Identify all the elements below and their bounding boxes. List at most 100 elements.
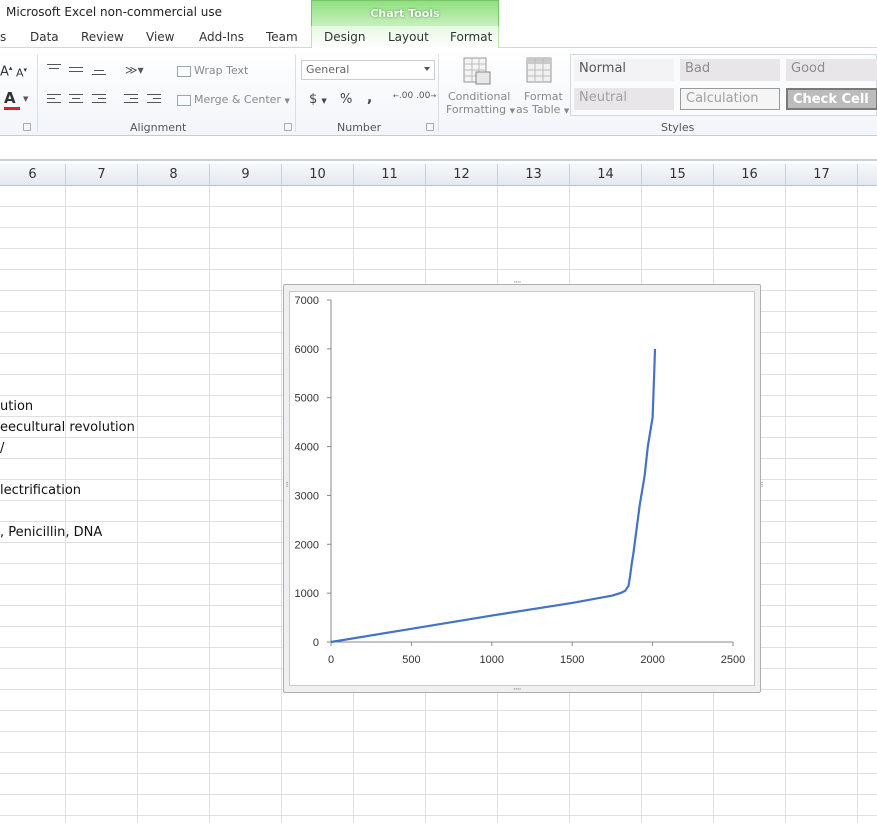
font-dialog-launcher-icon[interactable] (23, 123, 31, 131)
tab-design[interactable]: Design (324, 30, 365, 44)
column-header[interactable]: 17 (786, 164, 858, 186)
comma-button[interactable]: , (367, 90, 372, 106)
alignment-dialog-launcher-icon[interactable] (284, 123, 292, 131)
conditional-formatting-label-2: Formatting (446, 103, 507, 116)
group-label-number: Number (337, 121, 382, 134)
increase-indent-icon[interactable] (147, 94, 161, 104)
conditional-formatting-icon (463, 57, 491, 85)
align-center-icon[interactable] (69, 94, 83, 104)
tab-view[interactable]: View (146, 30, 174, 44)
chart-tools-label: Chart Tools (370, 7, 440, 20)
resize-handle-right[interactable]: ··· (756, 481, 766, 487)
resize-handle-top[interactable]: ···· (513, 278, 522, 288)
y-tick-label: 1000 (295, 588, 319, 600)
align-bottom-icon[interactable] (92, 70, 106, 80)
column-header[interactable]: 11 (354, 164, 426, 186)
decrease-decimal-label: .00 (416, 91, 431, 101)
y-tick-label: 4000 (295, 442, 319, 454)
column-header[interactable]: 8 (138, 164, 210, 186)
decrease-indent-icon[interactable] (124, 94, 138, 104)
chevron-down-icon: ▼ (563, 107, 570, 115)
tab-add-ins[interactable]: Add-Ins (199, 30, 244, 44)
format-as-table-label-2-wrap: as Table ▼ (516, 103, 569, 116)
grid-line (281, 186, 282, 823)
chart-object[interactable]: ···· ···· ··· ··· 0 500 1000 1500 2000 2500 0 1… (281, 278, 766, 695)
column-header[interactable]: 16 (714, 164, 786, 186)
cell-text[interactable]: eecultural revolution (0, 420, 135, 435)
grow-font-icon[interactable]: A▴ (0, 64, 12, 79)
wrap-text-button[interactable]: Wrap Text (177, 64, 248, 77)
style-bad[interactable]: Bad (680, 59, 780, 81)
column-header[interactable]: 14 (570, 164, 642, 186)
tab-data[interactable]: Data (30, 30, 59, 44)
percent-button[interactable]: % (340, 92, 352, 107)
grid-line (137, 186, 138, 823)
format-as-table-icon (526, 57, 552, 83)
font-color-dropdown-icon[interactable]: ▼ (23, 95, 28, 103)
format-as-table-label-2: as Table (516, 103, 561, 116)
y-tick-label: 3000 (295, 490, 319, 502)
column-header[interactable]: 15 (642, 164, 714, 186)
cell-text[interactable]: / (0, 441, 4, 456)
tab-team[interactable]: Team (266, 30, 298, 44)
decrease-decimal-button[interactable]: .00→ (416, 92, 436, 101)
number-format-select[interactable]: General (301, 60, 435, 80)
number-dialog-launcher-icon[interactable] (426, 123, 434, 131)
chart-tools-band: Chart Tools (311, 0, 499, 26)
merge-center-button[interactable]: Merge & Center ▼ (177, 93, 290, 106)
tab-layout[interactable]: Layout (388, 30, 429, 44)
merge-center-icon (177, 94, 191, 106)
conditional-formatting-label-2-wrap: Formatting ▼ (446, 103, 515, 116)
title-bar: Microsoft Excel non-commercial use Chart… (0, 0, 877, 26)
wrap-text-icon (177, 65, 191, 77)
column-header[interactable]: 6 (0, 164, 66, 186)
number-format-value: General (306, 63, 350, 76)
font-color-button[interactable]: A (4, 89, 22, 111)
chevron-down-icon (424, 67, 430, 71)
column-header[interactable]: 12 (426, 164, 498, 186)
conditional-formatting-label-1: Conditional (448, 90, 511, 103)
grid-line (857, 186, 858, 823)
align-left-icon[interactable] (47, 94, 61, 104)
cell-text[interactable]: ution (0, 399, 33, 414)
y-tick-label: 5000 (295, 393, 319, 405)
style-check-cell[interactable]: Check Cell (786, 88, 877, 110)
column-header[interactable]: 9 (210, 164, 282, 186)
cell-text[interactable]: , Penicillin, DNA (0, 525, 102, 540)
grid-line (785, 186, 786, 823)
ribbon-tab-strip: s Data Review View Add-Ins Team Design L… (0, 26, 877, 48)
currency-dropdown-icon: ▼ (321, 97, 327, 105)
align-top-icon[interactable] (47, 64, 61, 74)
column-headers: 6 7 8 9 10 11 12 13 14 15 16 17 (0, 164, 877, 186)
tab-review[interactable]: Review (81, 30, 124, 44)
style-good[interactable]: Good (786, 59, 877, 81)
column-header[interactable]: 10 (282, 164, 354, 186)
cell-styles-gallery: Normal Bad Good Neutral Calculation Chec… (570, 54, 877, 116)
currency-label: $ (309, 92, 318, 107)
column-header[interactable]: 7 (66, 164, 138, 186)
conditional-formatting-button[interactable]: Conditional Formatting ▼ (446, 54, 515, 118)
x-tick-label: 2000 (640, 654, 664, 666)
column-header[interactable]: 13 (498, 164, 570, 186)
format-as-table-label-1: Format (524, 90, 563, 103)
shrink-font-icon[interactable]: A▾ (16, 66, 27, 80)
style-calculation[interactable]: Calculation (680, 88, 780, 110)
tab-formulas-partial[interactable]: s (0, 30, 6, 44)
style-normal[interactable]: Normal (574, 59, 674, 81)
grid-line (65, 186, 66, 823)
formula-bar[interactable] (0, 137, 877, 161)
align-middle-icon[interactable] (69, 67, 83, 77)
align-right-icon[interactable] (92, 94, 106, 104)
currency-button[interactable]: $ ▼ (309, 92, 327, 107)
format-as-table-button[interactable]: Format as Table ▼ (515, 54, 569, 118)
orientation-icon[interactable]: ≫▾ (125, 63, 144, 77)
merge-dropdown-icon: ▼ (284, 97, 290, 105)
y-tick-label: 6000 (295, 344, 319, 356)
group-label-alignment: Alignment (130, 121, 187, 134)
x-tick-label: 1000 (480, 654, 504, 666)
style-neutral[interactable]: Neutral (574, 88, 674, 110)
cell-text[interactable]: lectrification (0, 483, 81, 498)
increase-decimal-button[interactable]: ←.00 (393, 92, 413, 101)
plot-area[interactable]: 0 500 1000 1500 2000 2500 0 1000 2000 3000 4000 500… (289, 291, 755, 686)
tab-format[interactable]: Format (450, 30, 492, 44)
